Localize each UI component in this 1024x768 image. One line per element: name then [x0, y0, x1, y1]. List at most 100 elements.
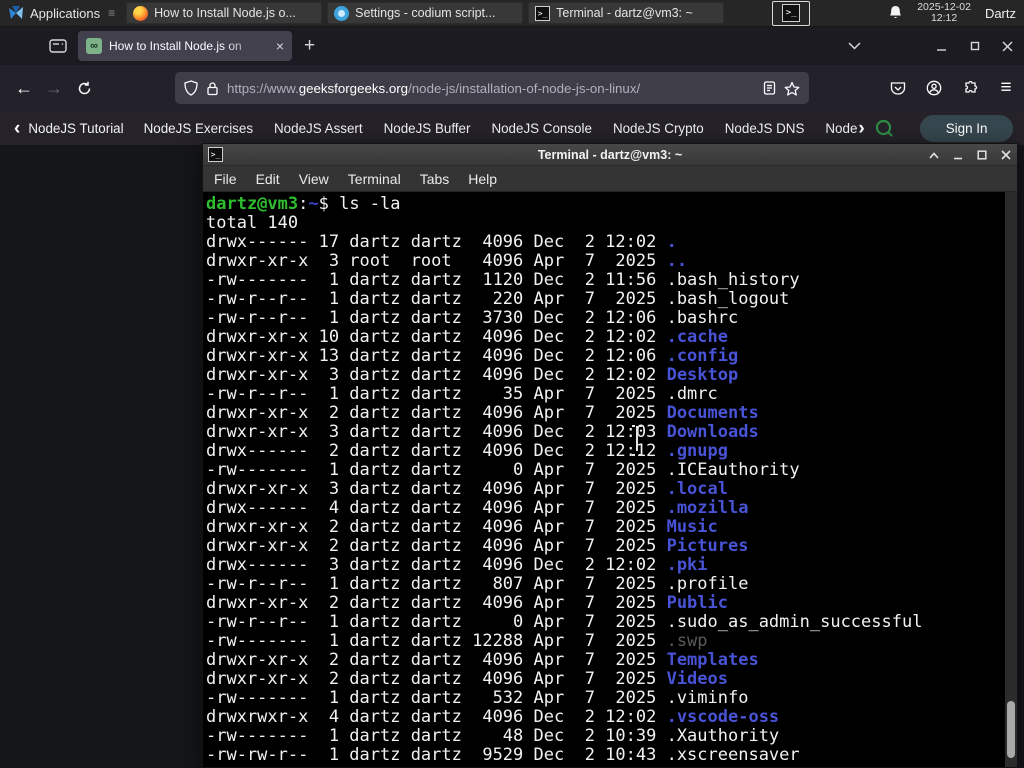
terminal-output-row: drwx------ 17 dartz dartz 4096 Dec 2 12:…: [206, 232, 677, 252]
nav-scroll-left-icon[interactable]: ‹: [14, 119, 20, 138]
new-tab-button[interactable]: +: [304, 35, 315, 57]
bookmark-star-icon[interactable]: [784, 81, 800, 96]
navigation-toolbar: ← → https://www.geeksforgeeks.org/node-j…: [0, 65, 1024, 111]
menu-view[interactable]: View: [299, 171, 329, 187]
file-name: Public: [666, 593, 728, 613]
scrollbar-thumb[interactable]: [1007, 701, 1015, 758]
terminal-content[interactable]: dartz@vm3:~$ ls -la total 140 drwx------…: [203, 192, 1017, 767]
nav-item-nodejs-dns[interactable]: NodeJS DNS: [725, 121, 805, 136]
file-name: Documents: [666, 403, 759, 423]
terminal-output-row: drwxr-xr-x 2 dartz dartz 4096 Apr 7 2025…: [206, 517, 718, 537]
firefox-icon: [133, 5, 149, 21]
prompt-separator: :: [298, 194, 309, 214]
window-controls: [838, 27, 1024, 65]
tab-close-icon[interactable]: ×: [276, 39, 284, 53]
terminal-launcher-icon[interactable]: >_: [772, 0, 811, 26]
terminal-scrollbar[interactable]: [1005, 192, 1017, 767]
toolbar-icons: ≡: [880, 65, 1024, 111]
menu-file[interactable]: File: [214, 171, 237, 187]
terminal-output-row: drwx------ 3 dartz dartz 4096 Dec 2 12:0…: [206, 555, 708, 575]
nav-scroll-right-icon[interactable]: ›: [858, 119, 864, 138]
close-button[interactable]: [991, 27, 1024, 65]
back-button[interactable]: ←: [9, 73, 39, 103]
terminal-output-row: drwxrwxr-x 4 dartz dartz 4096 Dec 2 12:0…: [206, 707, 780, 727]
terminal-output-row: drwxr-xr-x 2 dartz dartz 4096 Apr 7 2025…: [206, 593, 728, 613]
nav-item-nodejs-assert[interactable]: NodeJS Assert: [274, 121, 363, 136]
panel-clock[interactable]: 2025-12-02 12:12: [917, 2, 971, 24]
file-name: .bashrc: [666, 308, 739, 328]
reader-view-icon[interactable]: [763, 81, 776, 95]
account-icon[interactable]: [916, 73, 952, 103]
prompt-path: ~: [308, 194, 319, 214]
file-name: .ICEauthority: [666, 460, 800, 480]
user-menu[interactable]: Dartz: [985, 6, 1016, 21]
file-name: Desktop: [666, 365, 739, 385]
nav-item-nodejs-crypto[interactable]: NodeJS Crypto: [613, 121, 704, 136]
lock-icon[interactable]: [206, 81, 219, 96]
terminal-output-row: drwx------ 2 dartz dartz 4096 Dec 2 12:1…: [206, 441, 728, 461]
list-all-tabs-chevron-icon[interactable]: [838, 27, 871, 65]
terminal-window-controls: [927, 144, 1012, 166]
file-name: ..: [666, 251, 688, 271]
taskbar-button-vscodium[interactable]: Settings - codium script...: [327, 2, 524, 24]
close-button[interactable]: [999, 149, 1012, 162]
browser-tab-active[interactable]: ∞ How to Install Node.js on ×: [78, 31, 292, 61]
nav-item-nodejs-buffer[interactable]: NodeJS Buffer: [384, 121, 471, 136]
restore-button[interactable]: [958, 27, 991, 65]
terminal-output-row: -rw-r--r-- 1 dartz dartz 35 Apr 7 2025 .…: [206, 384, 718, 404]
desktop-screen: Applications ≡ How to Install Node.js o.…: [0, 0, 1024, 768]
terminal-total-line: total 140: [206, 213, 299, 233]
terminal-titlebar[interactable]: >_ Terminal - dartz@vm3: ~: [203, 144, 1017, 166]
menu-tabs[interactable]: Tabs: [420, 171, 450, 187]
taskbar-button-terminal[interactable]: >_ Terminal - dartz@vm3: ~: [528, 2, 725, 24]
pocket-icon[interactable]: [880, 73, 916, 103]
file-name: .viminfo: [666, 688, 749, 708]
nav-item-nodejs-tutorial[interactable]: NodeJS Tutorial: [28, 121, 123, 136]
terminal-output-row: drwxr-xr-x 2 dartz dartz 4096 Apr 7 2025…: [206, 403, 759, 423]
file-name: .local: [666, 479, 728, 499]
terminal-output-row: drwxr-xr-x 13 dartz dartz 4096 Dec 2 12:…: [206, 346, 739, 366]
terminal-output-row: -rw------- 1 dartz dartz 48 Dec 2 10:39 …: [206, 726, 780, 746]
file-name: .gnupg: [666, 441, 728, 461]
file-name: Videos: [666, 669, 728, 689]
terminal-output-row: drwxr-xr-x 2 dartz dartz 4096 Apr 7 2025…: [206, 650, 759, 670]
taskbar-label: Terminal - dartz@vm3: ~: [556, 6, 693, 20]
file-name: .profile: [666, 574, 749, 594]
menu-help[interactable]: Help: [468, 171, 497, 187]
file-name: .mozilla: [666, 498, 749, 518]
taskbar-label: How to Install Node.js o...: [154, 6, 296, 20]
nav-item-nodejs-console[interactable]: NodeJS Console: [491, 121, 592, 136]
url-path: /node-js/installation-of-node-js-on-linu…: [408, 80, 641, 96]
tab-title: How to Install Node.js on: [109, 39, 242, 53]
shield-icon[interactable]: [184, 80, 198, 96]
mouse-cursor-ibeam: [631, 424, 643, 453]
maximize-button[interactable]: [975, 149, 988, 162]
minimize-button[interactable]: [925, 27, 958, 65]
menu-hamburger-icon[interactable]: ≡: [988, 73, 1024, 103]
terminal-output-row: drwxr-xr-x 2 dartz dartz 4096 Apr 7 2025…: [206, 669, 728, 689]
minimize-button[interactable]: [951, 149, 964, 162]
file-name: .cache: [666, 327, 728, 347]
nav-item-nodejs-exercises[interactable]: NodeJS Exercises: [144, 121, 253, 136]
terminal-listing: drwx------ 17 dartz dartz 4096 Dec 2 12:…: [206, 233, 1003, 765]
terminal-prompt-line: dartz@vm3:~$ ls -la: [206, 195, 1003, 214]
file-name: Templates: [666, 650, 759, 670]
file-name: .Xauthority: [666, 726, 780, 746]
menu-edit[interactable]: Edit: [256, 171, 280, 187]
terminal-output-row: drwxr-xr-x 3 dartz dartz 4096 Dec 2 12:0…: [206, 365, 739, 385]
taskbar-button-firefox[interactable]: How to Install Node.js o...: [126, 2, 323, 24]
shade-button[interactable]: [927, 149, 940, 162]
search-icon[interactable]: [875, 119, 894, 138]
nav-item-truncated[interactable]: Node: [825, 121, 857, 136]
extensions-icon[interactable]: [952, 73, 988, 103]
menu-terminal[interactable]: Terminal: [348, 171, 401, 187]
forward-button[interactable]: →: [39, 73, 69, 103]
sign-in-button[interactable]: Sign In: [919, 114, 1014, 142]
applications-menu-button[interactable]: Applications: [0, 0, 108, 26]
terminal-icon: >_: [782, 4, 801, 22]
reload-button[interactable]: [69, 73, 99, 103]
url-bar[interactable]: https://www.geeksforgeeks.org/node-js/in…: [175, 72, 809, 104]
firefox-view-button[interactable]: [44, 33, 72, 59]
terminal-menubar: File Edit View Terminal Tabs Help: [203, 166, 1017, 192]
notifications-bell-icon[interactable]: [888, 5, 903, 21]
